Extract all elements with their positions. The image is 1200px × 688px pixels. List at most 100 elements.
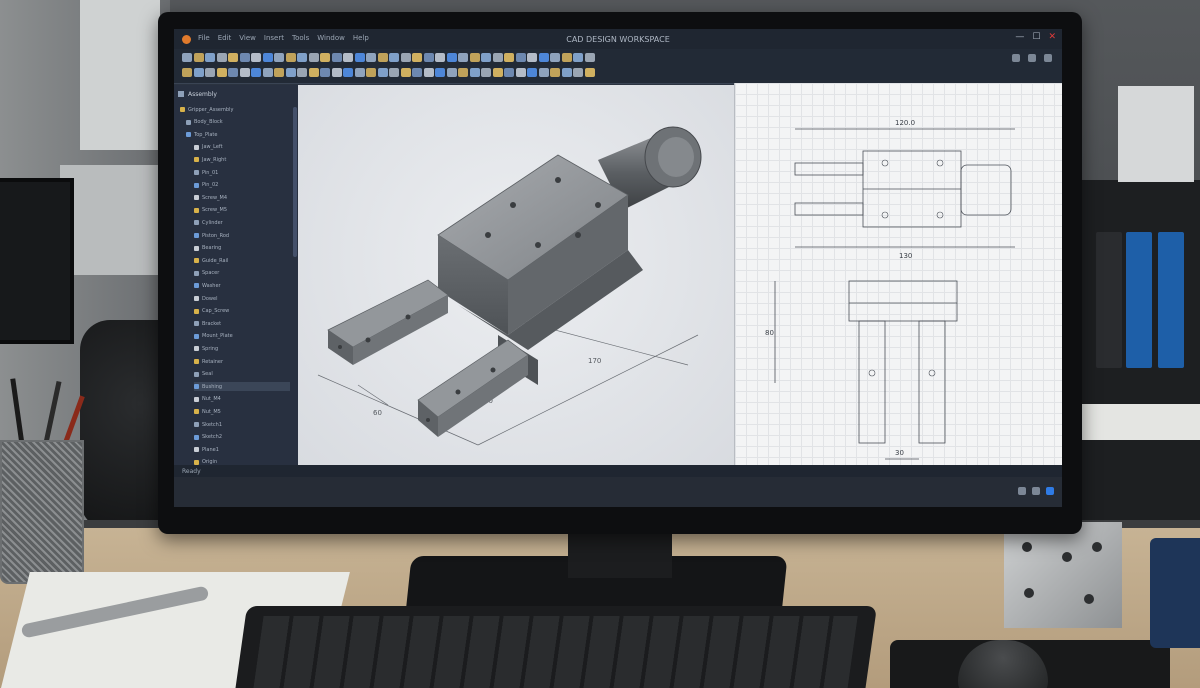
tree-item[interactable]: Dowel (194, 294, 290, 303)
toolbar-button[interactable] (550, 53, 560, 62)
toolbar-button[interactable] (423, 53, 434, 62)
toolbar-button[interactable] (412, 53, 422, 62)
toolbar-button[interactable] (274, 68, 284, 77)
help-icon[interactable] (1028, 54, 1036, 62)
tray-icon[interactable] (1032, 487, 1040, 495)
toolbar-button[interactable] (182, 53, 192, 62)
close-button[interactable]: ✕ (1048, 32, 1056, 42)
tree-item[interactable]: Seal (194, 370, 290, 379)
toolbar-button[interactable] (239, 68, 250, 77)
tree-item[interactable]: Gripper_Assembly (180, 105, 290, 114)
toolbar-button[interactable] (504, 53, 514, 62)
toolbar-button[interactable] (446, 68, 457, 77)
toolbar-button[interactable] (400, 68, 411, 77)
toolbar-button[interactable] (297, 68, 307, 77)
tree-item[interactable]: Washer (194, 281, 290, 290)
tree-item[interactable]: Guide_Rail (194, 256, 290, 265)
tree-item[interactable]: Piston_Rod (194, 231, 290, 240)
toolbar-button[interactable] (262, 68, 273, 77)
toolbar-button[interactable] (205, 53, 215, 62)
toolbar-button[interactable] (285, 68, 296, 77)
toolbar-button[interactable] (228, 68, 238, 77)
tree-item[interactable]: Jaw_Left (194, 143, 290, 152)
toolbar-button[interactable] (423, 68, 434, 77)
toolbar-button[interactable] (354, 68, 365, 77)
maximize-button[interactable]: ☐ (1032, 32, 1040, 42)
toolbar-button[interactable] (527, 53, 537, 62)
toolbar-button[interactable] (193, 53, 204, 62)
minimize-button[interactable]: — (1015, 32, 1024, 42)
toolbar-button[interactable] (366, 53, 376, 62)
toolbar-button[interactable] (573, 53, 583, 62)
tree-item[interactable]: Top_Plate (186, 130, 290, 139)
toolbar-button[interactable] (469, 53, 480, 62)
toolbar-button[interactable] (251, 53, 261, 62)
toolbar-button[interactable] (389, 68, 399, 77)
toolbar-button[interactable] (320, 53, 330, 62)
toolbar-button[interactable] (481, 68, 491, 77)
toolbar-button[interactable] (193, 68, 204, 77)
tray-icon[interactable] (1018, 487, 1026, 495)
tree-item[interactable]: Pin_01 (194, 168, 290, 177)
toolbar-button[interactable] (504, 68, 514, 77)
toolbar-button[interactable] (515, 68, 526, 77)
toolbar-button[interactable] (216, 53, 227, 62)
toolbar-button[interactable] (251, 68, 261, 77)
tree-item[interactable]: Bearing (194, 244, 290, 253)
user-icon[interactable] (1044, 54, 1052, 62)
2d-drawing-sheet[interactable]: 120.0 130 80 30 (734, 83, 1062, 467)
toolbar-button[interactable] (561, 53, 572, 62)
tree-item[interactable]: Retainer (194, 357, 290, 366)
tree-item[interactable]: Mount_Plate (194, 332, 290, 341)
toolbar-button[interactable] (389, 53, 399, 62)
tree-item[interactable]: Plane1 (194, 445, 290, 454)
toolbar-button[interactable] (354, 53, 365, 62)
toolbar-button[interactable] (205, 68, 215, 77)
toolbar-button[interactable] (182, 68, 192, 77)
toolbar-button[interactable] (458, 53, 468, 62)
tree-item[interactable]: Spring (194, 344, 290, 353)
toolbar-button[interactable] (308, 68, 319, 77)
tree-item[interactable]: Sketch1 (194, 420, 290, 429)
toolbar-button[interactable] (515, 53, 526, 62)
toolbar-button[interactable] (435, 53, 445, 62)
toolbar-button[interactable] (343, 53, 353, 62)
toolbar-button[interactable] (458, 68, 468, 77)
toolbar-button[interactable] (538, 68, 549, 77)
tree-item[interactable]: Nut_M4 (194, 395, 290, 404)
toolbar-button[interactable] (366, 68, 376, 77)
toolbar-button[interactable] (228, 53, 238, 62)
toolbar-button[interactable] (274, 53, 284, 62)
toolbar-button[interactable] (377, 53, 388, 62)
toolbar-button[interactable] (285, 53, 296, 62)
toolbar-button[interactable] (400, 53, 411, 62)
settings-icon[interactable] (1012, 54, 1020, 62)
tree-item[interactable]: Nut_M5 (194, 407, 290, 416)
tree-item[interactable]: Bracket (194, 319, 290, 328)
toolbar-button[interactable] (297, 53, 307, 62)
toolbar-button[interactable] (331, 68, 342, 77)
toolbar-button[interactable] (308, 53, 319, 62)
3d-viewport[interactable]: 170 60 40 (298, 85, 734, 467)
toolbar-button[interactable] (492, 68, 503, 77)
notification-icon[interactable] (1046, 487, 1054, 495)
toolbar-button[interactable] (492, 53, 503, 62)
toolbar-button[interactable] (584, 53, 595, 62)
toolbar-button[interactable] (262, 53, 273, 62)
toolbar-button[interactable] (239, 53, 250, 62)
toolbar-button[interactable] (538, 53, 549, 62)
toolbar-button[interactable] (469, 68, 480, 77)
tree-item[interactable]: Screw_M4 (194, 193, 290, 202)
toolbar-button[interactable] (550, 68, 560, 77)
toolbar-button[interactable] (377, 68, 388, 77)
tree-item[interactable]: Pin_02 (194, 181, 290, 190)
tree-item[interactable]: Screw_M5 (194, 206, 290, 215)
toolbar-button[interactable] (573, 68, 583, 77)
tree-item[interactable]: Cylinder (194, 218, 290, 227)
tree-item[interactable]: Cap_Screw (194, 307, 290, 316)
tree-item[interactable]: Bushing (194, 382, 290, 392)
toolbar-button[interactable] (412, 68, 422, 77)
tree-item[interactable]: Jaw_Right (194, 155, 290, 164)
toolbar-button[interactable] (561, 68, 572, 77)
toolbar-button[interactable] (331, 53, 342, 62)
